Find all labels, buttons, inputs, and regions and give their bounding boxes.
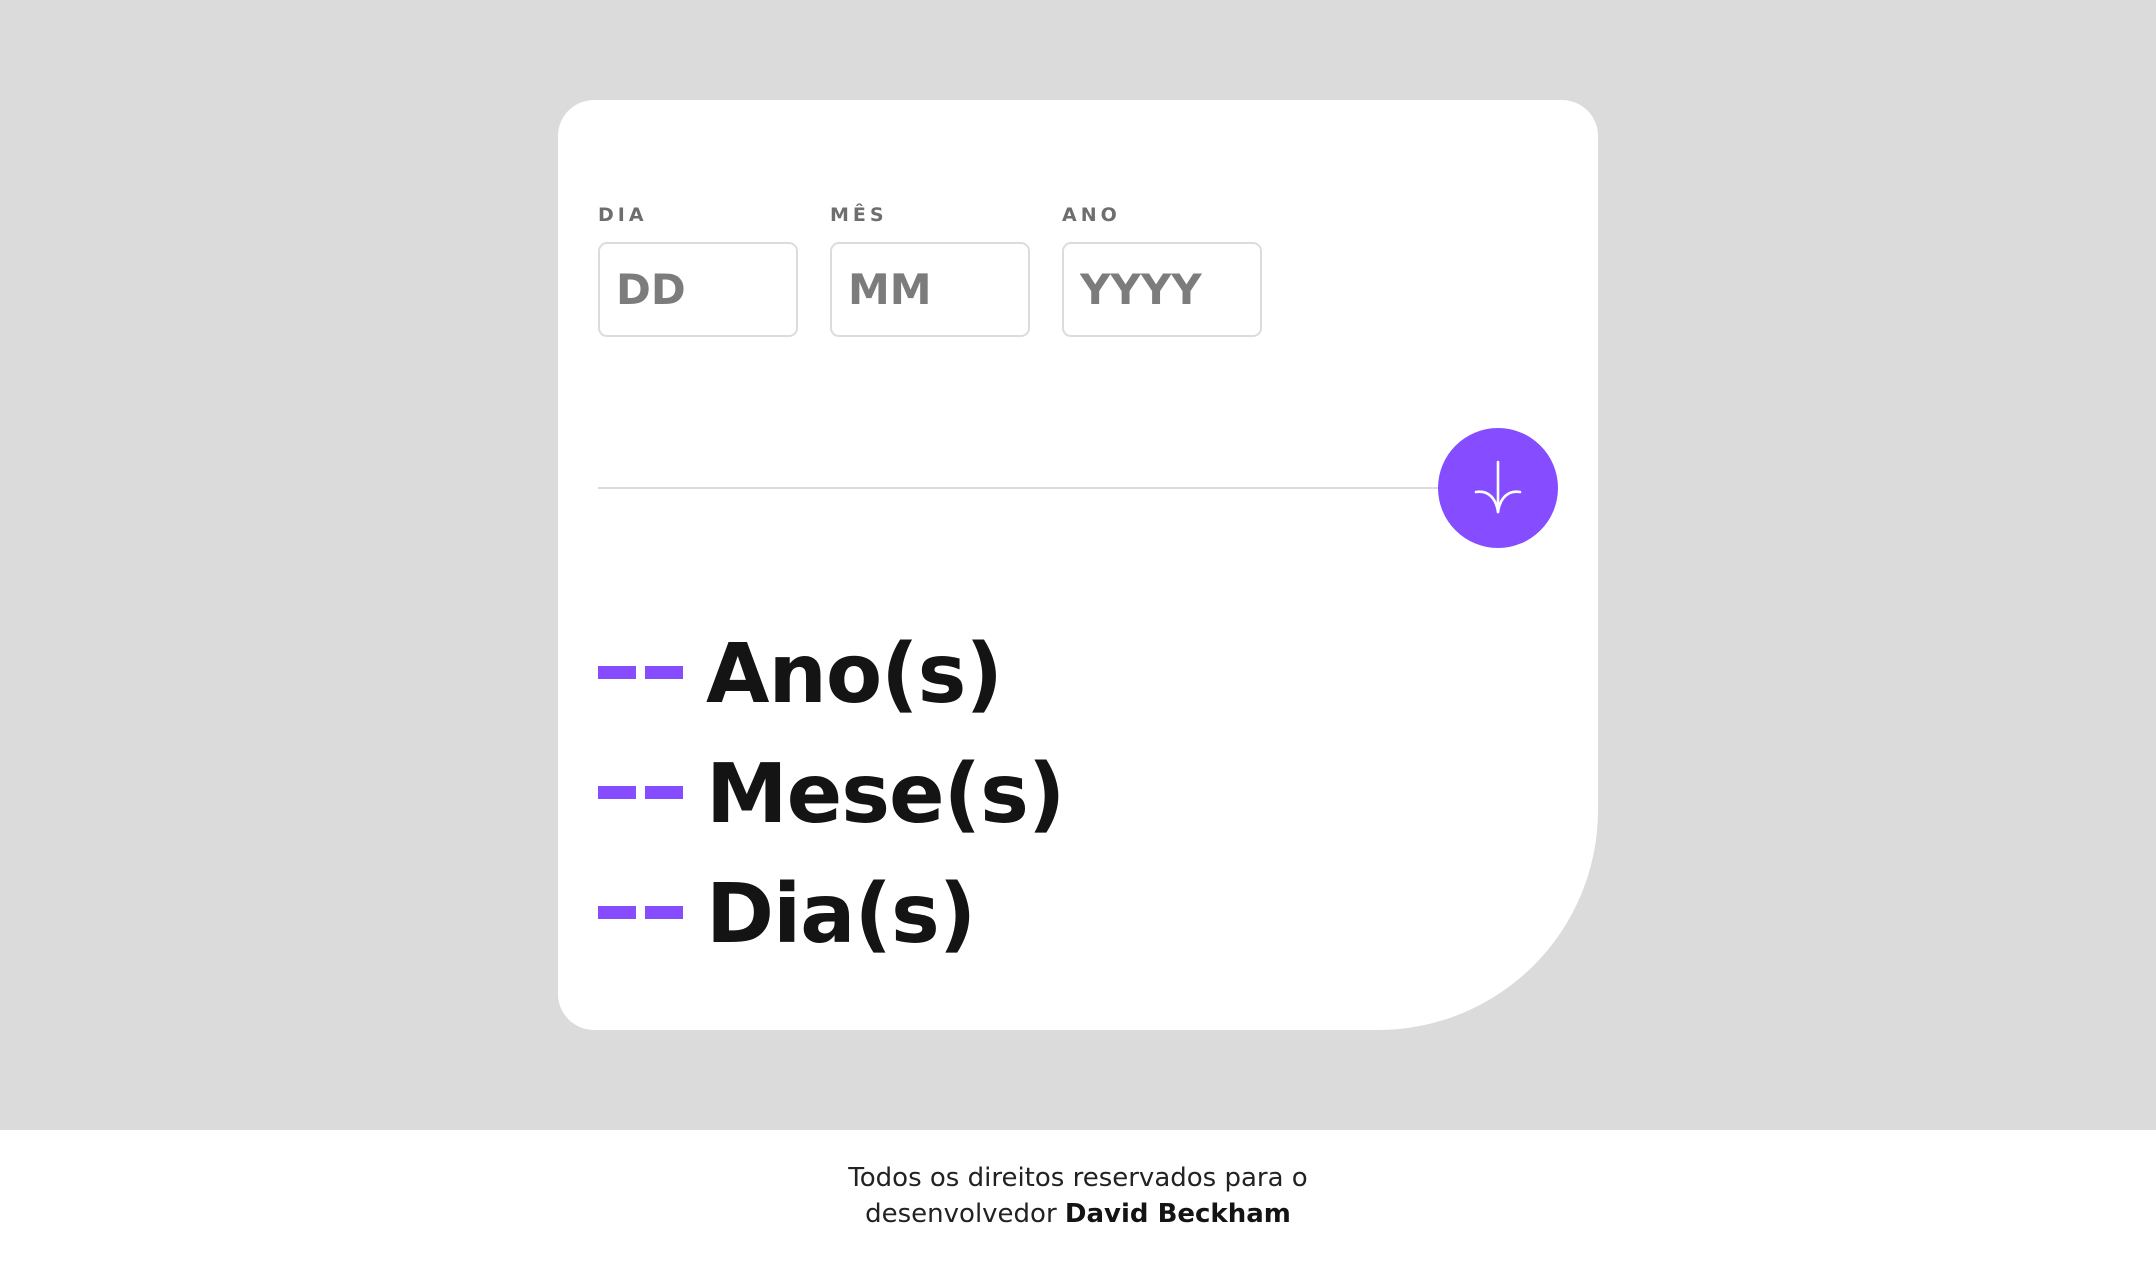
year-input[interactable] bbox=[1062, 242, 1262, 337]
year-field: ANO bbox=[1062, 204, 1262, 337]
days-dash-2 bbox=[645, 906, 683, 919]
days-dash-1 bbox=[598, 906, 636, 919]
months-dash-1 bbox=[598, 786, 636, 799]
footer-line-2: desenvolvedor David Beckham bbox=[0, 1196, 2156, 1232]
footer-prefix: desenvolvedor bbox=[865, 1199, 1057, 1229]
month-input[interactable] bbox=[830, 242, 1030, 337]
months-unit: Mese(s) bbox=[706, 747, 1065, 842]
divider bbox=[598, 487, 1478, 489]
footer: Todos os direitos reservados para o dese… bbox=[0, 1160, 2156, 1232]
days-unit: Dia(s) bbox=[706, 867, 976, 962]
years-dash-1 bbox=[598, 666, 636, 679]
year-label: ANO bbox=[1062, 204, 1121, 226]
calculate-button[interactable] bbox=[1438, 428, 1558, 548]
month-field: MÊS bbox=[830, 204, 1030, 337]
years-unit: Ano(s) bbox=[706, 627, 1003, 722]
page-background: DIA MÊS ANO Ano(s) Mese(s) bbox=[0, 0, 2156, 1130]
arrow-down-icon bbox=[1474, 460, 1522, 514]
age-calculator-card: DIA MÊS ANO Ano(s) Mese(s) bbox=[558, 100, 1598, 1030]
day-label: DIA bbox=[598, 204, 648, 226]
footer-line-1: Todos os direitos reservados para o bbox=[848, 1163, 1308, 1193]
day-field: DIA bbox=[598, 204, 798, 337]
months-dash-2 bbox=[645, 786, 683, 799]
day-input[interactable] bbox=[598, 242, 798, 337]
years-dash-2 bbox=[645, 666, 683, 679]
month-label: MÊS bbox=[830, 204, 888, 226]
developer-name: David Beckham bbox=[1064, 1199, 1291, 1229]
